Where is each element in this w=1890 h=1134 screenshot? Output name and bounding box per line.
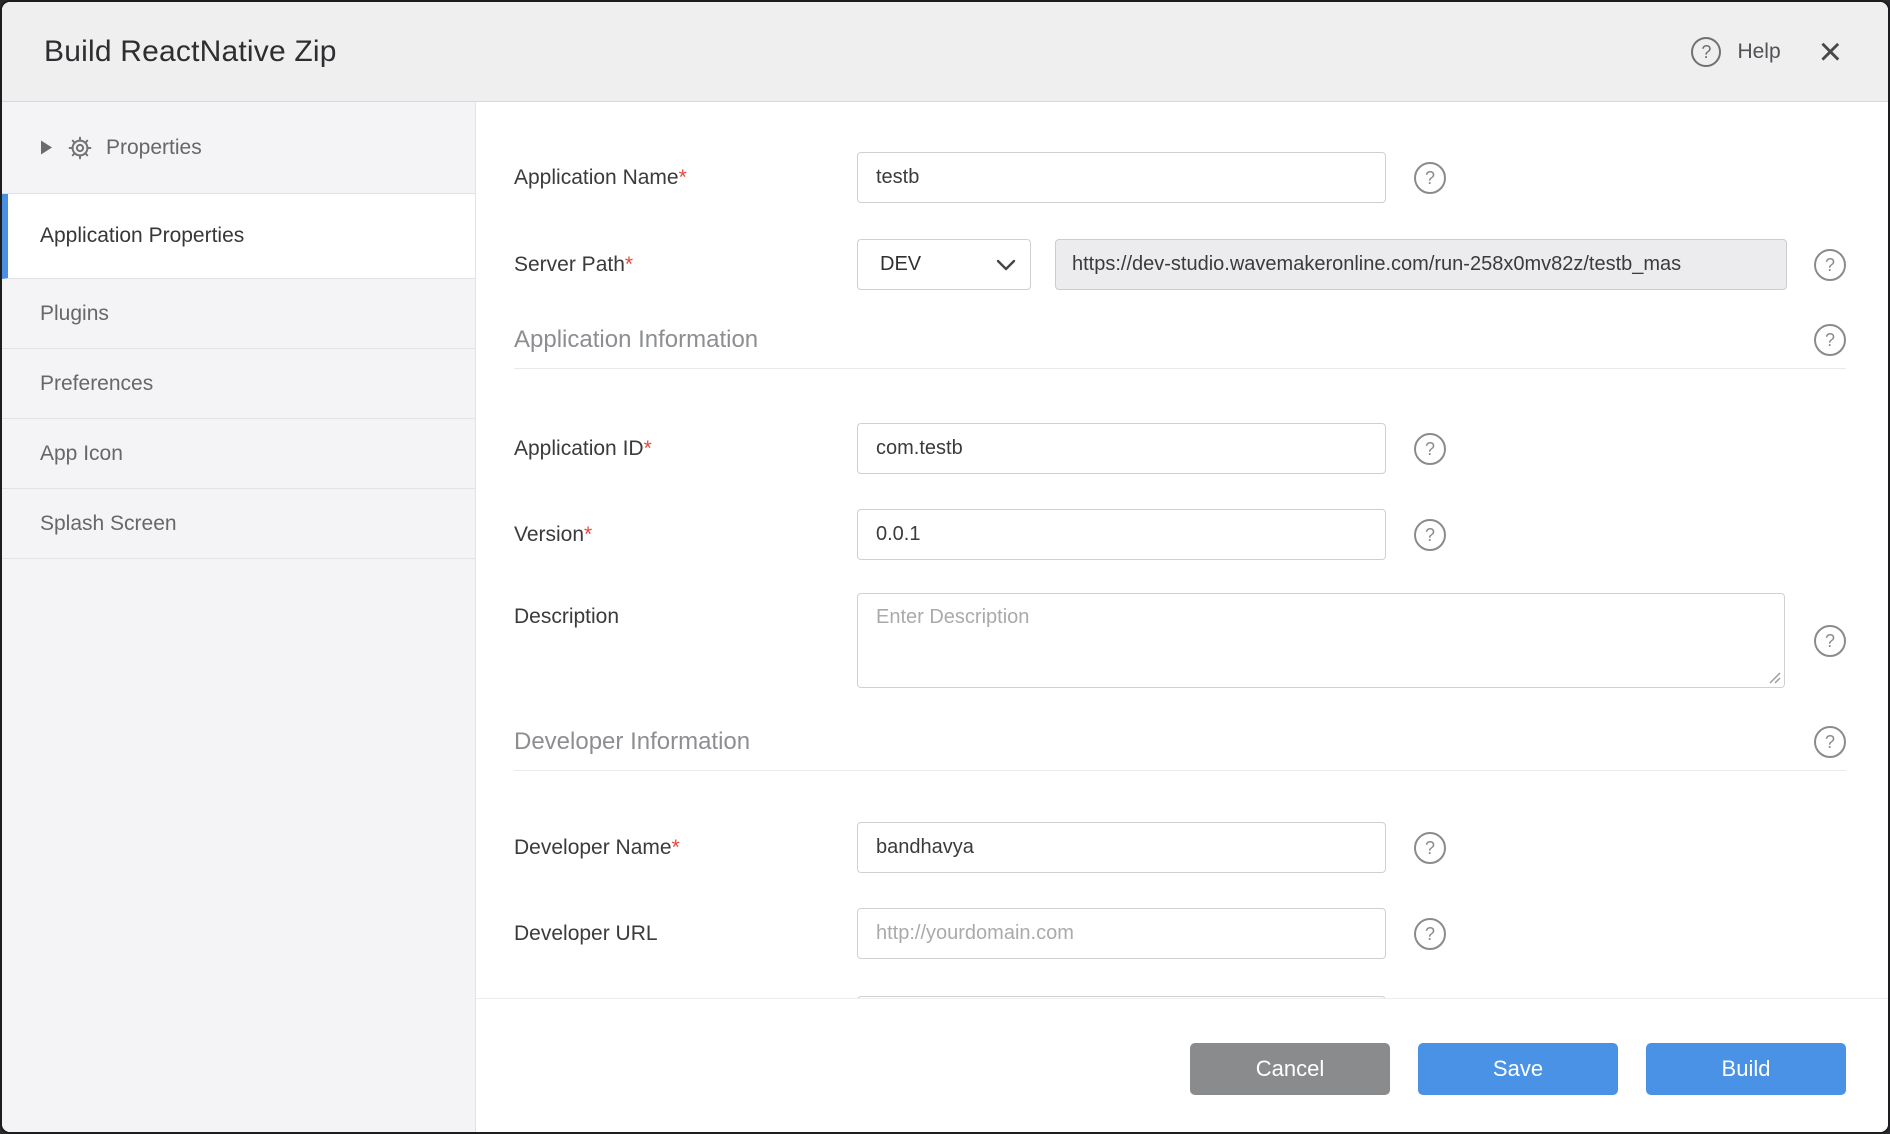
developer-information-help-icon[interactable]: ? [1814,726,1846,758]
header-actions: ? Help × [1691,37,1842,67]
application-id-help-icon[interactable]: ? [1414,433,1446,465]
close-icon[interactable]: × [1819,37,1842,67]
application-id-label: Application ID* [514,437,857,461]
build-button[interactable]: Build [1646,1043,1846,1095]
sidebar-item-label: App Icon [40,442,123,466]
description-row: Description ? [514,593,1846,688]
help-link[interactable]: Help [1737,40,1780,64]
server-path-select[interactable]: DEV [857,239,1031,290]
application-properties-form: Application Name* ? Server Path* DEV htt… [476,102,1888,1132]
cancel-button[interactable]: Cancel [1190,1043,1390,1095]
version-input[interactable] [857,509,1386,560]
developer-url-help-icon[interactable]: ? [1414,918,1446,950]
sidebar-item-label: Properties [106,136,202,160]
application-id-row: Application ID* ? [514,423,1846,474]
description-help-icon[interactable]: ? [1814,625,1846,657]
application-information-help-icon[interactable]: ? [1814,324,1846,356]
developer-information-title: Developer Information [514,728,750,756]
help-glyph: ? [1425,439,1435,459]
help-glyph: ? [1825,732,1835,752]
developer-url-row: Developer URL ? [514,908,1846,959]
required-marker: * [584,523,592,546]
developer-name-input[interactable] [857,822,1386,873]
required-marker: * [679,166,687,189]
help-glyph: ? [1425,924,1435,944]
help-glyph: ? [1425,168,1435,188]
application-properties-panel: Application Name* ? Server Path* DEV htt… [476,102,1888,1132]
sidebar-item-application-properties[interactable]: Application Properties [2,194,475,279]
sidebar-item-splash-screen[interactable]: Splash Screen [2,489,475,559]
application-information-title: Application Information [514,326,758,354]
help-icon[interactable]: ? [1691,37,1721,67]
dialog-header: Build ReactNative Zip ? Help × [2,2,1888,102]
required-marker: * [625,253,633,276]
application-name-label: Application Name* [514,166,857,190]
required-marker: * [644,437,652,460]
version-help-icon[interactable]: ? [1414,519,1446,551]
server-path-selected-option: DEV [880,253,921,276]
sidebar-item-app-icon[interactable]: App Icon [2,419,475,489]
help-glyph: ? [1825,255,1835,275]
developer-information-section: Developer Information ? [514,726,1846,758]
developer-name-row: Developer Name* ? [514,822,1846,873]
developer-name-label: Developer Name* [514,836,857,860]
server-path-row: Server Path* DEV https://dev-studio.wave… [514,239,1846,290]
help-glyph: ? [1825,631,1835,651]
dialog-title: Build ReactNative Zip [44,35,337,69]
chevron-down-icon [996,259,1016,271]
version-label: Version* [514,523,857,547]
dialog-footer: Cancel Save Build [476,998,1888,1132]
required-marker: * [672,836,680,859]
sidebar-item-label: Plugins [40,302,109,326]
server-path-label: Server Path* [514,253,857,277]
application-name-help-icon[interactable]: ? [1414,162,1446,194]
help-glyph: ? [1825,330,1835,350]
build-reactnative-zip-dialog: Build ReactNative Zip ? Help × [0,0,1890,1134]
dialog-sidebar: Properties Application Properties Plugin… [2,102,476,1132]
gear-icon [67,135,93,161]
expand-arrow-icon[interactable] [40,140,53,155]
help-icon-glyph: ? [1701,42,1711,62]
description-label: Description [514,593,857,629]
application-name-input[interactable] [857,152,1386,203]
server-path-help-icon[interactable]: ? [1814,249,1846,281]
application-name-row: Application Name* ? [514,152,1846,203]
sidebar-item-plugins[interactable]: Plugins [2,279,475,349]
sidebar-item-properties[interactable]: Properties [2,102,475,194]
server-path-url-field: https://dev-studio.wavemakeronline.com/r… [1055,239,1787,290]
description-textarea[interactable] [857,593,1785,688]
developer-url-label: Developer URL [514,922,857,946]
application-id-input[interactable] [857,423,1386,474]
section-divider [514,368,1846,369]
sidebar-item-label: Splash Screen [40,512,177,536]
sidebar-item-label: Preferences [40,372,153,396]
sidebar-item-preferences[interactable]: Preferences [2,349,475,419]
help-glyph: ? [1425,525,1435,545]
developer-url-input[interactable] [857,908,1386,959]
application-information-section: Application Information ? [514,324,1846,356]
sidebar-item-label: Application Properties [40,224,244,248]
developer-name-help-icon[interactable]: ? [1414,832,1446,864]
save-button[interactable]: Save [1418,1043,1618,1095]
help-glyph: ? [1425,838,1435,858]
section-divider [514,770,1846,771]
version-row: Version* ? [514,509,1846,560]
